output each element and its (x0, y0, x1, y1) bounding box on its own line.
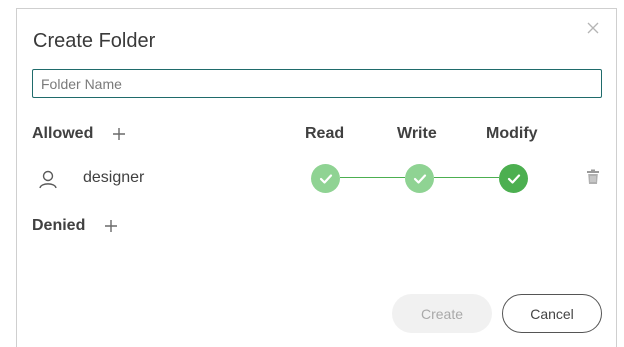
close-icon[interactable] (586, 21, 600, 35)
user-icon (38, 169, 58, 189)
allowed-label: Allowed (32, 125, 94, 142)
cancel-button[interactable]: Cancel (502, 294, 602, 333)
add-allowed-plus-icon[interactable] (112, 127, 126, 141)
user-name: designer (83, 169, 145, 186)
permission-connector (340, 177, 405, 178)
folder-name-input[interactable] (32, 69, 602, 98)
create-folder-dialog: Create Folder Allowed Read Write Modify … (16, 8, 617, 347)
read-permission-check-icon[interactable] (311, 164, 340, 193)
write-permission-check-icon[interactable] (405, 164, 434, 193)
create-button[interactable]: Create (392, 294, 492, 333)
column-write: Write (397, 125, 437, 142)
column-read: Read (305, 125, 345, 142)
add-denied-plus-icon[interactable] (104, 219, 118, 233)
dialog-title: Create Folder (33, 30, 156, 52)
column-modify: Modify (486, 125, 538, 142)
denied-label: Denied (32, 217, 86, 234)
permission-connector (434, 177, 499, 178)
trash-icon[interactable] (586, 169, 600, 185)
modify-permission-check-icon[interactable] (499, 164, 528, 193)
